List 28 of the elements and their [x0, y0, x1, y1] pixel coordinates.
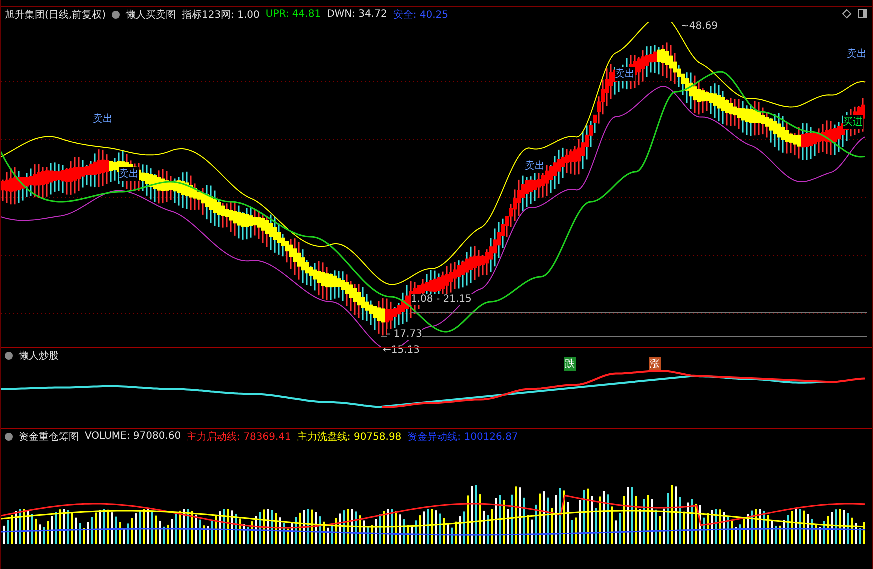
signal-label: 卖出: [93, 112, 113, 126]
indicator-value: VOLUME: 97080.60: [85, 431, 182, 442]
signal-label: 卖出: [615, 67, 635, 81]
signal-label: 买进: [843, 115, 863, 129]
indicator-value: 主力洗盘线: 90758.98: [297, 430, 402, 444]
indicator-value: 主力启动线: 78369.41: [187, 430, 292, 444]
indicator-title: 懒人炒股: [19, 350, 59, 362]
indicator-title: 资金重仓筹图: [19, 430, 79, 444]
diamond-icon[interactable]: [842, 9, 852, 19]
price-label: - 17.73: [387, 329, 422, 340]
signal-label: 涨: [649, 357, 661, 371]
indicator-value: 资金异动线: 100126.87: [408, 430, 518, 444]
signal-label: 卖出: [119, 167, 139, 181]
gear-icon: [5, 432, 13, 440]
signal-label: 卖出: [847, 47, 867, 61]
stock-title: 旭升集团(日线,前复权): [5, 8, 106, 22]
signal-label: 跌: [564, 357, 576, 371]
price-label: 1.08 - 21.15: [411, 294, 472, 305]
panel-icon[interactable]: [858, 9, 868, 19]
indicator-value: DWN: 34.72: [327, 9, 388, 20]
indicator-value: 指标123网: 1.00: [182, 8, 260, 22]
gear-icon: [5, 352, 13, 360]
price-label: ~48.69: [681, 21, 718, 32]
indicator-value: UPR: 44.81: [266, 9, 322, 20]
indicator-value: 安全: 40.25: [393, 8, 448, 22]
gear-icon: [112, 10, 120, 18]
indicator-title: 懒人买卖图: [126, 8, 176, 22]
signal-label: 卖出: [525, 159, 545, 173]
